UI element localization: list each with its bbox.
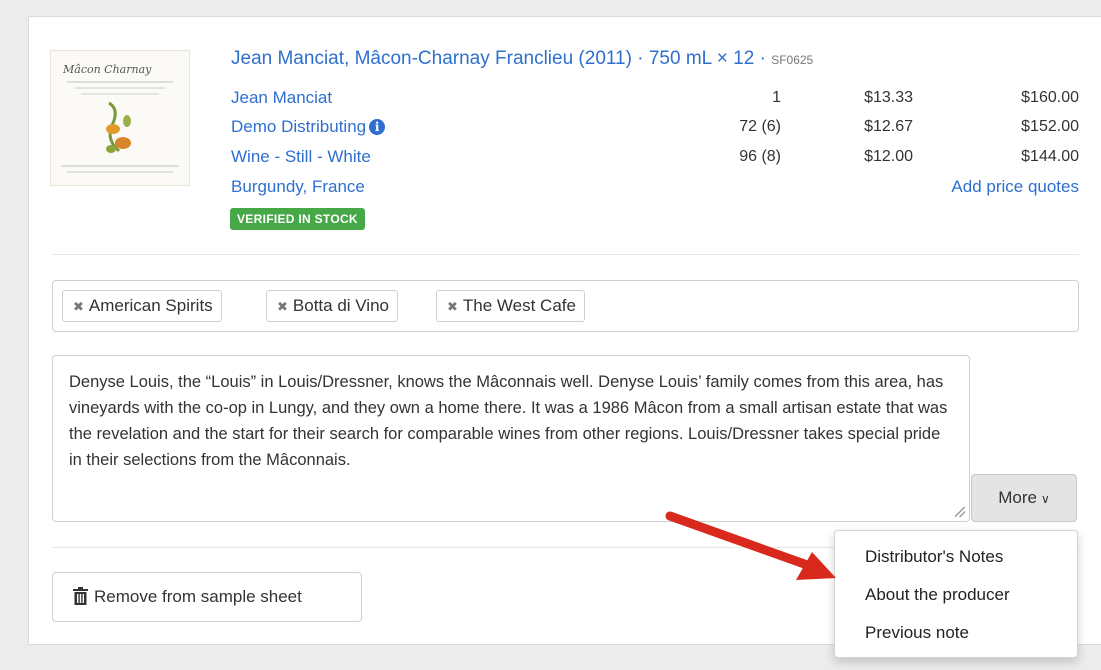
remove-button-label: Remove from sample sheet [94, 587, 302, 606]
price-row-unit: $12.00 [864, 148, 913, 165]
more-dropdown-menu: Distributor's Notes About the producer P… [834, 530, 1078, 658]
category-link[interactable]: Wine - Still - White [231, 147, 371, 167]
region-link[interactable]: Burgundy, France [231, 177, 365, 197]
info-icon[interactable]: i [369, 119, 386, 135]
label-script-text: Mâcon Charnay [62, 63, 152, 76]
price-row-case: $152.00 [1021, 118, 1079, 135]
annotation-arrow-icon [665, 511, 836, 580]
tag-chip: ✖ American Spirits [62, 290, 222, 322]
remove-tag-icon[interactable]: ✖ [447, 299, 458, 314]
distributor-label[interactable]: Demo Distributing [231, 117, 366, 136]
menu-item-previous-note[interactable]: Previous note [865, 623, 969, 643]
price-row-qty: 72 (6) [739, 118, 781, 135]
notes-textarea[interactable]: Denyse Louis, the “Louis” in Louis/Dress… [52, 355, 970, 522]
tag-chip: ✖ The West Cafe [436, 290, 585, 322]
trash-icon [73, 576, 88, 624]
tag-label: American Spirits [88, 296, 213, 315]
notes-text: Denyse Louis, the “Louis” in Louis/Dress… [69, 373, 948, 469]
section-divider [52, 254, 1079, 255]
verified-in-stock-badge: VERIFIED IN STOCK [230, 208, 365, 230]
wine-label-image: Mâcon Charnay [50, 50, 190, 186]
product-title-link[interactable]: Jean Manciat, Mâcon-Charnay Franclieu (2… [231, 48, 813, 70]
remove-tag-icon[interactable]: ✖ [73, 299, 84, 314]
menu-item-about-producer[interactable]: About the producer [865, 585, 1010, 605]
price-row-unit: $13.33 [864, 89, 913, 106]
product-sku: SF0625 [771, 53, 814, 67]
tag-label: Botta di Vino [292, 296, 389, 315]
remove-tag-icon[interactable]: ✖ [277, 299, 288, 314]
distributor-link[interactable]: Demo Distributing i [231, 117, 386, 137]
remove-from-sample-sheet-button[interactable]: Remove from sample sheet [52, 572, 362, 622]
more-button[interactable]: More ∨ [971, 474, 1077, 522]
resize-handle-icon[interactable] [955, 507, 965, 517]
price-row-case: $144.00 [1021, 148, 1079, 165]
menu-item-distributors-notes[interactable]: Distributor's Notes [865, 547, 1003, 567]
price-row-qty: 1 [772, 89, 781, 106]
chevron-down-icon: ∨ [1040, 492, 1050, 506]
price-row-qty: 96 (8) [739, 148, 781, 165]
account-tags-input[interactable]: ✖ American Spirits ✖ Botta di Vino ✖ The We… [52, 280, 1079, 332]
producer-link[interactable]: Jean Manciat [231, 88, 332, 108]
add-price-quotes-link[interactable]: Add price quotes [951, 177, 1079, 197]
more-button-label: More [998, 488, 1037, 507]
price-row-unit: $12.67 [864, 118, 913, 135]
tag-label: The West Cafe [462, 296, 576, 315]
price-row-case: $160.00 [1021, 89, 1079, 106]
tag-chip: ✖ Botta di Vino [266, 290, 398, 322]
product-title-text[interactable]: Jean Manciat, Mâcon-Charnay Franclieu (2… [231, 48, 771, 69]
